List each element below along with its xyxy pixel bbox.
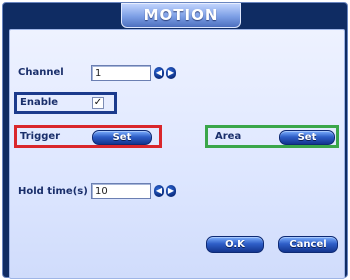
left-arrow-icon: ◀	[155, 186, 163, 195]
hold-time-label: Hold time(s)	[18, 186, 88, 197]
right-arrow-icon: ▶	[167, 186, 175, 195]
hold-time-next-button[interactable]: ▶	[166, 185, 176, 197]
channel-field[interactable]: 1	[91, 65, 151, 81]
enable-checkbox[interactable]: ✓	[92, 97, 104, 109]
channel-next-button[interactable]: ▶	[166, 67, 176, 79]
right-arrow-icon: ▶	[167, 68, 175, 77]
channel-prev-button[interactable]: ◀	[154, 67, 164, 79]
motion-dialog: MOTION Channel 1 ◀ ▶ Enable ✓ Trigger Se…	[2, 2, 348, 279]
hold-time-field[interactable]: 10	[91, 183, 151, 199]
settings-panel: Channel 1 ◀ ▶ Enable ✓ Trigger Set Area …	[9, 29, 345, 279]
ok-button[interactable]: O.K	[206, 236, 264, 253]
area-set-button[interactable]: Set	[279, 130, 335, 145]
dialog-title: MOTION	[121, 3, 241, 28]
channel-label: Channel	[18, 67, 64, 78]
enable-label: Enable	[20, 97, 59, 108]
left-arrow-icon: ◀	[155, 68, 163, 77]
area-label: Area	[215, 131, 242, 142]
cancel-button[interactable]: Cancel	[278, 236, 338, 253]
trigger-label: Trigger	[20, 131, 61, 142]
check-icon: ✓	[93, 97, 103, 108]
hold-time-prev-button[interactable]: ◀	[154, 185, 164, 197]
trigger-set-button[interactable]: Set	[92, 130, 152, 145]
